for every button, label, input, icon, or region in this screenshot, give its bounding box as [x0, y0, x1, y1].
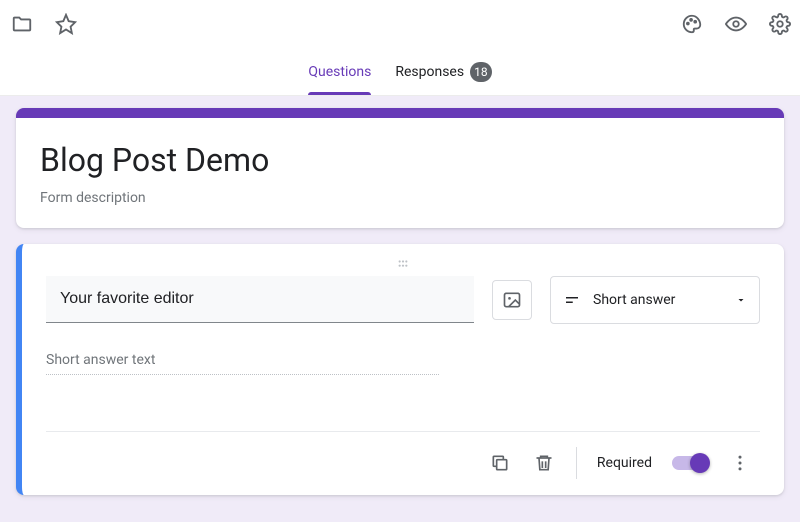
more-options-button[interactable] — [728, 451, 752, 475]
form-canvas: Blog Post Demo Form description Short an… — [0, 96, 800, 522]
form-description[interactable]: Form description — [40, 190, 760, 206]
drag-handle-icon[interactable] — [46, 252, 760, 276]
delete-button[interactable] — [532, 451, 556, 475]
short-answer-icon — [563, 291, 581, 309]
question-input-wrap — [46, 276, 474, 323]
tab-label: Responses — [395, 64, 464, 80]
required-label: Required — [597, 455, 652, 471]
question-footer: Required — [46, 431, 760, 495]
question-row: Short answer — [46, 276, 760, 324]
tab-label: Questions — [308, 64, 371, 80]
form-title[interactable]: Blog Post Demo — [40, 140, 760, 182]
palette-icon[interactable] — [680, 12, 704, 36]
duplicate-button[interactable] — [488, 451, 512, 475]
tab-responses[interactable]: Responses 18 — [395, 48, 491, 95]
toolbar-right — [680, 12, 790, 36]
tabs: Questions Responses 18 — [0, 48, 800, 96]
settings-icon[interactable] — [768, 12, 792, 36]
chevron-down-icon — [735, 294, 747, 306]
toolbar-left — [10, 12, 78, 36]
preview-icon[interactable] — [724, 12, 748, 36]
form-header-card[interactable]: Blog Post Demo Form description — [16, 108, 784, 228]
question-card: Short answer Short answer text Required — [16, 244, 784, 495]
question-type-select[interactable]: Short answer — [550, 276, 760, 324]
divider — [576, 447, 577, 479]
add-image-button[interactable] — [492, 280, 532, 320]
required-toggle[interactable] — [672, 456, 708, 470]
question-type-label: Short answer — [593, 292, 723, 308]
tab-questions[interactable]: Questions — [308, 48, 371, 95]
toggle-knob — [690, 453, 710, 473]
folder-icon[interactable] — [10, 12, 34, 36]
question-input[interactable] — [46, 276, 474, 322]
responses-count-badge: 18 — [470, 62, 492, 82]
star-icon[interactable] — [54, 12, 78, 36]
top-toolbar — [0, 0, 800, 48]
answer-placeholder: Short answer text — [46, 352, 439, 375]
